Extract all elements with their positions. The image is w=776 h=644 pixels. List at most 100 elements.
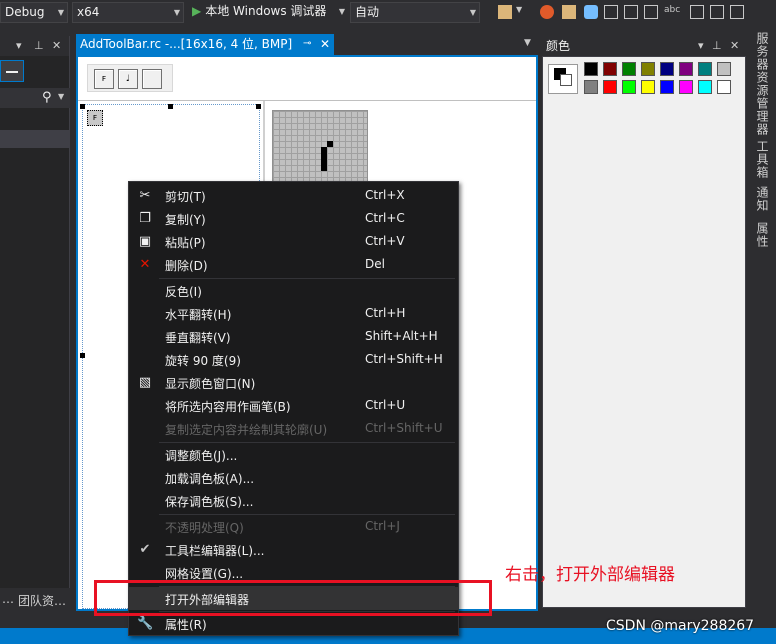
left-bottom-tabs: … 团队资… [0,588,76,610]
bitmap-thumbnail[interactable]: ꜰ [87,110,103,126]
bottom-tab-first[interactable]: … [2,592,14,606]
color-swatch[interactable] [698,62,712,76]
solution-config-dropdown[interactable]: Debug ▼ [0,2,68,23]
menu-item-adjust-colors[interactable]: 调整颜色(J)... [129,443,458,466]
chevron-down-icon[interactable]: ▼ [516,5,530,19]
open-folder-icon[interactable] [562,5,576,19]
watermark-text: CSDN @mary288267 [606,618,755,634]
color-swatch[interactable] [641,80,655,94]
left-search-box[interactable]: ⚲ ▼ [0,88,70,108]
run-mode-dropdown[interactable]: 自动 ▼ [350,2,480,23]
spell-icon[interactable]: abc [664,5,680,19]
close-icon[interactable]: ✕ [320,34,330,54]
format-icon[interactable] [690,5,704,19]
color-swatch[interactable] [660,80,674,94]
dropdown-icon[interactable]: ▾ [16,39,22,52]
folder-icon[interactable] [498,5,512,19]
menu-item-copy[interactable]: ❐ 复制(Y) Ctrl+C [129,207,458,230]
color-swatch[interactable] [717,80,731,94]
document-tab-active[interactable]: AddToolBar.rc -...[16x16, 4 位, BMP] ⊸ ✕ [76,34,334,55]
color-swatch[interactable] [679,80,693,94]
color-swatch[interactable] [641,62,655,76]
menu-item-shortcut: Ctrl+J [365,519,400,533]
indent-icon[interactable] [710,5,724,19]
uncomment-icon[interactable] [624,5,638,19]
outdent-icon[interactable] [730,5,744,19]
menu-item-label: 不透明处理(Q) [165,521,244,535]
resize-handle[interactable] [80,104,85,109]
start-debug-label: 本地 Windows 调试器 [205,4,327,18]
bottom-tab-team-explorer[interactable]: 团队资… [18,592,66,609]
close-icon[interactable]: ✕ [52,39,61,52]
pin-icon[interactable]: ⊥ [34,39,44,52]
close-icon[interactable]: ✕ [730,36,739,56]
preview-button-2[interactable]: ♩ [118,69,138,89]
menu-item-paste[interactable]: ▣ 粘贴(P) Ctrl+V [129,230,458,253]
solution-explorer-panel: ▾ ⊥ ✕ ⚲ ▼ [0,36,70,588]
color-swatch[interactable] [622,80,636,94]
menu-item-label: 水平翻转(H) [165,308,232,322]
color-swatch[interactable] [622,62,636,76]
pin-icon[interactable]: ⊸ [303,34,311,54]
menu-item-save-palette[interactable]: 保存调色板(S)... [129,489,458,512]
color-swatch[interactable] [584,62,598,76]
tab-server-explorer[interactable]: 服务器资源管理器 [754,32,770,136]
color-window-icon: ▧ [138,375,152,390]
comment-icon[interactable] [604,5,618,19]
color-swatch[interactable] [660,62,674,76]
preview-button-3[interactable] [142,69,162,89]
toolbar-icon-group: ▼ abc [494,3,776,23]
start-debug-button[interactable]: ▶ 本地 Windows 调试器 ▼ [188,2,348,23]
dropdown-icon[interactable]: ▾ [698,36,704,56]
menu-item-delete[interactable]: ✕ 删除(D) Del [129,253,458,276]
pixel [321,165,327,171]
color-swatch[interactable] [603,62,617,76]
wrench-icon: 🔧 [137,616,154,631]
menu-item-label: 剪切(T) [165,190,206,204]
menu-item-label: 将所选内容用作画笔(B) [165,400,291,414]
menu-item-use-as-brush[interactable]: 将所选内容用作画笔(B) Ctrl+U [129,394,458,417]
menu-item-label: 工具栏编辑器(L)... [165,544,265,558]
color-swatch[interactable] [717,62,731,76]
resize-handle[interactable] [80,353,85,358]
tab-list-dropdown-icon[interactable]: ▼ [524,38,531,48]
menu-item-copy-outline: 复制选定内容并绘制其轮廓(U) Ctrl+Shift+U [129,417,458,440]
menu-item-shortcut: Ctrl+C [365,211,405,225]
resize-handle[interactable] [256,104,261,109]
platform-value: x64 [77,5,100,19]
copy-icon: ❐ [139,211,151,226]
check-icon: ✔ [139,542,151,557]
menu-item-cut[interactable]: ✂ 剪切(T) Ctrl+X [129,184,458,207]
color-swatch[interactable] [603,80,617,94]
menu-item-label: 垂直翻转(V) [165,331,231,345]
menu-item-rotate-90[interactable]: 旋转 90 度(9) Ctrl+Shift+H [129,348,458,371]
menu-item-flip-vertical[interactable]: 垂直翻转(V) Shift+Alt+H [129,325,458,348]
preview-button-1[interactable]: ꜰ [94,69,114,89]
menu-item-flip-horizontal[interactable]: 水平翻转(H) Ctrl+H [129,302,458,325]
toolbar-preview: ꜰ ♩ [87,64,173,92]
bug-icon[interactable] [540,5,554,19]
menu-item-label: 复制(Y) [165,213,206,227]
color-swatch[interactable] [584,80,598,94]
tab-toolbox[interactable]: 工具箱 [754,140,770,179]
menu-item-toolbar-editor[interactable]: ✔ 工具栏编辑器(L)... [129,538,458,561]
tab-notifications[interactable]: 通知 [754,186,770,212]
selected-tree-item[interactable] [0,130,70,148]
menu-item-invert[interactable]: 反色(I) [129,279,458,302]
platform-dropdown[interactable]: x64 ▼ [72,2,184,23]
menu-item-label: 显示颜色窗口(N) [165,377,256,391]
editor-divider [78,100,536,101]
resize-handle[interactable] [168,104,173,109]
pin-icon[interactable]: ⊥ [712,36,722,56]
menu-item-show-colors[interactable]: ▧ 显示颜色窗口(N) [129,371,458,394]
bookmark-icon[interactable] [644,5,658,19]
annotation-text: 右击，打开外部编辑器 [505,565,675,585]
search-icon[interactable] [584,5,598,19]
tab-properties[interactable]: 属性 [754,222,770,248]
color-swatch[interactable] [698,80,712,94]
menu-item-label: 粘贴(P) [165,236,206,250]
collapse-button[interactable] [0,60,24,82]
colors-panel-header: 颜色 ▾ ⊥ ✕ [542,36,746,56]
menu-item-load-palette[interactable]: 加载调色板(A)... [129,466,458,489]
color-swatch[interactable] [679,62,693,76]
